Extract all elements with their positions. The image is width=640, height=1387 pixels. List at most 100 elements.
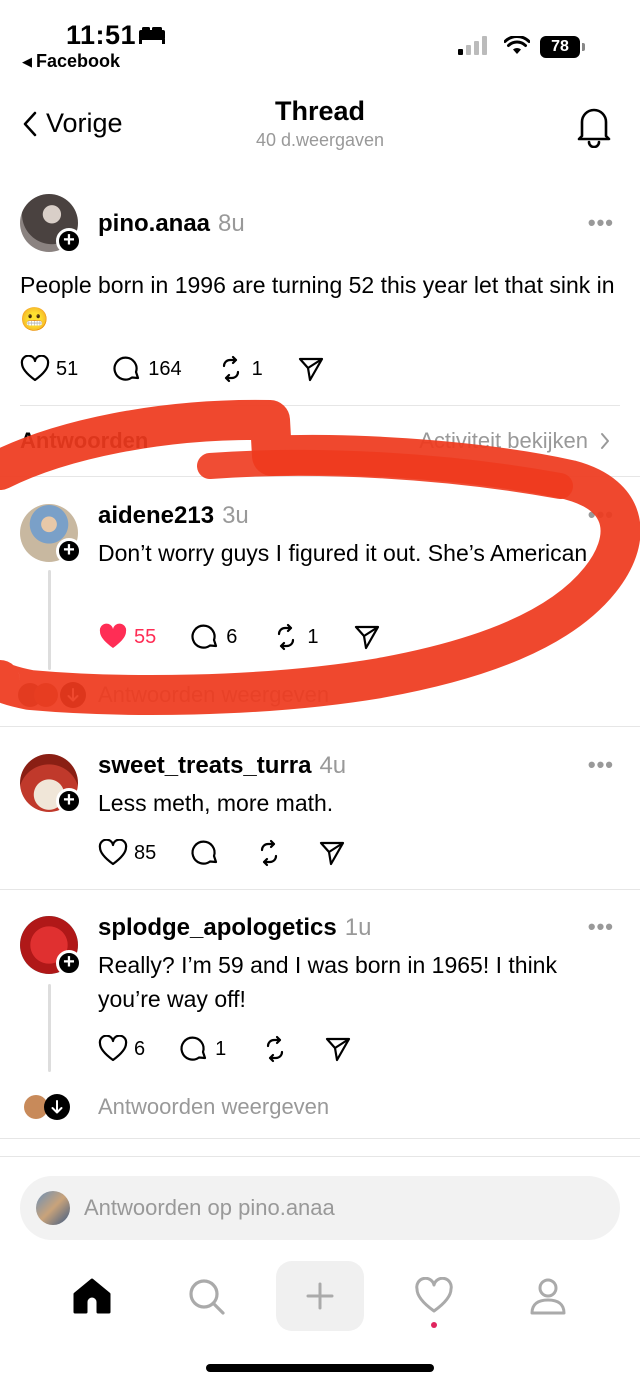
replies-section-header: Antwoorden Activiteit bekijken [0, 428, 640, 456]
bell-icon[interactable] [574, 104, 614, 148]
divider [0, 1156, 640, 1157]
search-icon [189, 1279, 225, 1315]
divider [20, 405, 620, 406]
like-count: 51 [56, 357, 79, 380]
comment-icon [191, 624, 218, 649]
post-actions: 55 6 1 [98, 622, 415, 652]
share-button[interactable] [353, 623, 381, 651]
post-author[interactable]: sweet_treats_turra 4u [98, 752, 346, 780]
repost-button[interactable]: 1 [271, 622, 319, 652]
tab-create[interactable] [276, 1261, 364, 1331]
comment-icon [191, 840, 218, 865]
like-button[interactable]: 51 [20, 355, 78, 383]
share-button[interactable] [297, 355, 325, 383]
wifi-icon [504, 36, 530, 54]
profile-icon [530, 1278, 566, 1315]
reply-input-bar[interactable]: Antwoorden op pino.anaa [20, 1176, 620, 1240]
heart-icon [98, 1035, 128, 1062]
reply-button[interactable]: 164 [112, 354, 182, 384]
heart-icon [20, 355, 50, 382]
tab-home[interactable] [62, 1266, 122, 1326]
post-author[interactable]: aidene213 3u [98, 502, 249, 530]
repost-icon [261, 839, 278, 867]
send-icon [326, 1037, 351, 1062]
repost-button[interactable]: 1 [216, 354, 263, 384]
reply-button[interactable]: 1 [179, 1034, 226, 1064]
follow-plus-icon[interactable]: + [56, 788, 82, 814]
view-activity-label: Activiteit bekijken [419, 428, 588, 453]
post-time: 4u [319, 752, 347, 779]
post-author[interactable]: pino.anaa 8u [98, 210, 245, 238]
reply-button[interactable] [190, 838, 220, 868]
tab-search[interactable] [176, 1266, 236, 1326]
post-text: People born in 1996 are turning 52 this … [20, 272, 615, 332]
view-replies-link[interactable]: Antwoorden weergeven [98, 682, 329, 708]
page-title: Thread [274, 96, 366, 126]
divider [0, 1138, 640, 1139]
follow-plus-icon[interactable]: + [56, 228, 82, 254]
post-time: 3u [222, 502, 249, 529]
more-options-icon[interactable]: ••• [588, 502, 614, 528]
replies-label: Antwoorden [20, 428, 149, 453]
like-count: 6 [134, 1037, 146, 1060]
notification-dot [431, 1322, 437, 1328]
comment-icon [180, 1036, 207, 1061]
reply-count: 1 [215, 1037, 227, 1060]
reply-button[interactable]: 6 [190, 622, 237, 652]
thread-header: Vorige Thread 40 d.weergaven [0, 90, 640, 160]
heart-icon [98, 839, 128, 866]
more-options-icon[interactable]: ••• [588, 914, 614, 940]
status-bar: 11:51 ◀ Facebook 78 [0, 0, 640, 80]
expand-down-icon [44, 1094, 70, 1120]
thread-line [48, 570, 51, 670]
username[interactable]: pino.anaa [98, 210, 210, 237]
repost-button[interactable] [260, 1034, 290, 1064]
view-activity-link[interactable]: Activiteit bekijken [419, 428, 610, 454]
plus-icon [306, 1282, 334, 1310]
divider [0, 889, 640, 890]
post-text: Less meth, more math. [98, 790, 334, 816]
sleep-mode-icon [139, 27, 165, 44]
more-options-icon[interactable]: ••• [588, 210, 614, 236]
follow-plus-icon[interactable]: + [56, 950, 82, 976]
share-button[interactable] [324, 1035, 352, 1063]
tab-profile[interactable] [518, 1266, 578, 1326]
expand-down-icon [60, 682, 86, 708]
thread-line [48, 984, 51, 1072]
back-to-app-link[interactable]: ◀ Facebook [22, 51, 120, 72]
reply-input-placeholder[interactable]: Antwoorden op pino.anaa [84, 1195, 335, 1221]
view-replies-link[interactable]: Antwoorden weergeven [98, 1094, 329, 1120]
username[interactable]: aidene213 [98, 502, 214, 529]
battery-indicator: 78 [540, 36, 585, 58]
tab-activity[interactable] [404, 1266, 464, 1326]
avatar [36, 1191, 70, 1225]
username[interactable]: sweet_treats_turra [98, 752, 311, 779]
follow-plus-icon[interactable]: + [56, 538, 82, 564]
divider [0, 476, 640, 477]
chevron-right-icon [601, 433, 609, 449]
repost-button[interactable] [254, 838, 284, 868]
like-button[interactable]: 6 [98, 1035, 145, 1063]
post-time: 1u [344, 914, 372, 941]
post-time: 8u [218, 210, 245, 237]
repost-icon [267, 1035, 284, 1063]
post-actions: 85 [98, 838, 380, 868]
repost-icon [222, 355, 239, 383]
like-button[interactable]: 85 [98, 839, 156, 867]
post-text: Really? I’m 59 and I was born in 1965! I… [98, 952, 557, 1012]
reply-avatars [18, 682, 86, 708]
home-indicator[interactable] [206, 1364, 434, 1372]
like-count: 55 [134, 625, 157, 648]
like-count: 85 [134, 841, 157, 864]
reply-avatars [24, 1094, 70, 1120]
divider [0, 726, 640, 727]
username[interactable]: splodge_apologetics [98, 914, 337, 941]
reply-count: 6 [226, 625, 238, 648]
view-count: 40 d.weergaven [255, 130, 385, 150]
home-icon [73, 1278, 111, 1314]
like-button[interactable]: 55 [98, 623, 156, 651]
more-options-icon[interactable]: ••• [588, 752, 614, 778]
share-button[interactable] [318, 839, 346, 867]
status-time: 11:51 [66, 20, 137, 50]
post-author[interactable]: splodge_apologetics 1u [98, 914, 371, 942]
